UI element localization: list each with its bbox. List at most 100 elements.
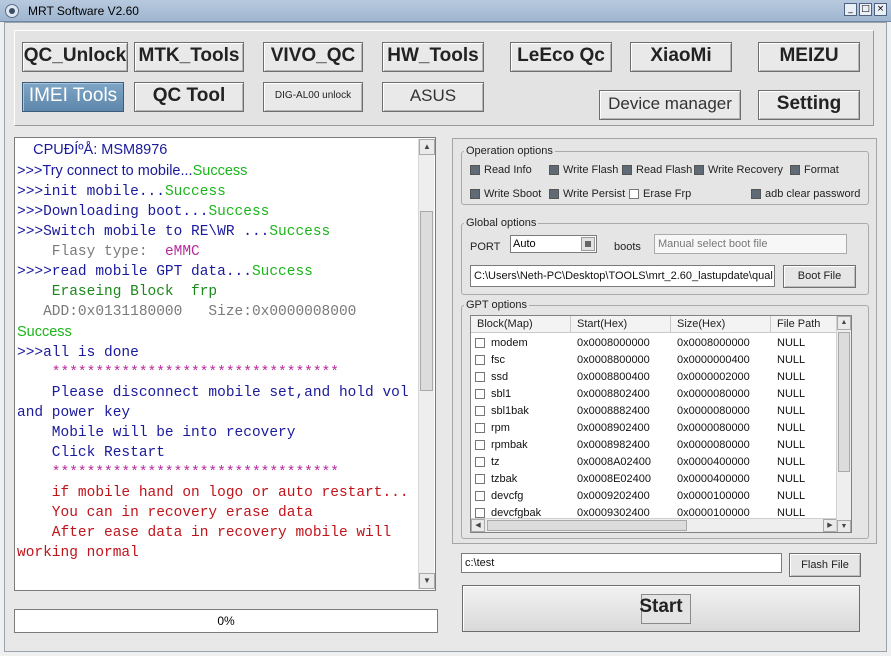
table-row[interactable]: fsc 0x0008800000 0x0000000400 NULL xyxy=(471,351,837,368)
log-text: CPUÐÍºÅ: MSM8976 >>>Try connect to mobil… xyxy=(17,140,420,588)
scroll-left-arrow-icon[interactable]: ◀ xyxy=(471,519,485,532)
meizu-button[interactable]: MEIZU xyxy=(758,42,860,72)
table-row[interactable]: sbl1bak 0x0008882400 0x0000080000 NULL xyxy=(471,402,837,419)
port-select[interactable]: Auto xyxy=(510,235,597,253)
gpt-horizontal-scrollbar[interactable]: ◀ ▶ xyxy=(471,518,837,532)
leeco-qc-button[interactable]: LeEco Qc xyxy=(510,42,612,72)
file-path-cell: NULL xyxy=(777,472,806,485)
table-row[interactable]: sbl1 0x0008802400 0x0000080000 NULL xyxy=(471,385,837,402)
block-name: devcfgbak xyxy=(491,506,542,519)
table-row[interactable]: rpmbak 0x0008982400 0x0000080000 NULL xyxy=(471,436,837,453)
device-manager-button[interactable]: Device manager xyxy=(599,90,741,120)
block-name-cell: fsc xyxy=(471,354,571,366)
log-line: if mobile hand on logo or auto restart..… xyxy=(17,485,409,501)
checkbox-unchecked-icon[interactable] xyxy=(475,473,485,484)
xiaomi-button[interactable]: XiaoMi xyxy=(630,42,732,72)
scroll-down-arrow-icon[interactable]: ▼ xyxy=(419,573,435,589)
column-header-file-path[interactable]: File Path xyxy=(771,316,837,333)
start-cell: 0x0008A02400 xyxy=(577,455,652,468)
log-value: eMMC xyxy=(164,244,200,260)
gpt-options-legend: GPT options xyxy=(466,299,527,311)
start-cell: 0x0008800400 xyxy=(577,370,650,383)
gpt-table[interactable]: Block(Map) Start(Hex) Size(Hex) File Pat… xyxy=(470,315,852,533)
checkbox-checked-icon xyxy=(790,165,800,175)
adb-clear-password-checkbox[interactable]: adb clear password xyxy=(751,188,860,200)
read-flash-checkbox[interactable]: Read Flash xyxy=(622,164,692,176)
log-console[interactable]: CPUÐÍºÅ: MSM8976 >>>Try connect to mobil… xyxy=(14,137,436,591)
hw-tools-button[interactable]: HW_Tools xyxy=(382,42,484,72)
table-row[interactable]: modem 0x0008000000 0x0008000000 NULL xyxy=(471,334,837,351)
checkbox-unchecked-icon[interactable] xyxy=(475,490,485,501)
checkbox-unchecked-icon[interactable] xyxy=(475,337,485,348)
qc-unlock-button[interactable]: QC_Unlock xyxy=(22,42,128,72)
column-header-size[interactable]: Size(Hex) xyxy=(671,316,771,333)
start-cell: 0x0008802400 xyxy=(577,387,650,400)
size-cell: 0x0000400000 xyxy=(677,472,750,485)
checkbox-unchecked-icon[interactable] xyxy=(475,405,485,416)
flash-file-path-input[interactable]: c:\test xyxy=(461,553,782,573)
checkbox-unchecked-icon[interactable] xyxy=(475,354,485,365)
table-row[interactable]: ssd 0x0008800400 0x0000002000 NULL xyxy=(471,368,837,385)
boot-file-input[interactable]: Manual select boot file xyxy=(654,234,847,254)
table-row[interactable]: tzbak 0x0008E02400 0x0000400000 NULL xyxy=(471,470,837,487)
flash-file-button[interactable]: Flash File xyxy=(789,553,861,577)
write-sboot-checkbox[interactable]: Write Sboot xyxy=(470,188,541,200)
checkbox-unchecked-icon[interactable] xyxy=(475,371,485,382)
start-button[interactable]: Start xyxy=(462,585,860,632)
setting-button[interactable]: Setting xyxy=(758,90,860,120)
column-header-start[interactable]: Start(Hex) xyxy=(571,316,671,333)
minimize-button[interactable]: _ xyxy=(844,3,857,16)
checkbox-unchecked-icon[interactable] xyxy=(475,439,485,450)
log-status: Success xyxy=(192,163,248,179)
boot-path-input[interactable]: C:\Users\Neth-PC\Desktop\TOOLS\mrt_2.60_… xyxy=(470,265,775,287)
boot-file-button[interactable]: Boot File xyxy=(783,265,856,288)
table-row[interactable]: tz 0x0008A02400 0x0000400000 NULL xyxy=(471,453,837,470)
table-row[interactable]: rpm 0x0008902400 0x0000080000 NULL xyxy=(471,419,837,436)
checkbox-unchecked-icon[interactable] xyxy=(475,422,485,433)
qc-tool-button[interactable]: QC Tool xyxy=(134,82,244,112)
log-status: Success xyxy=(251,264,313,280)
block-name: tz xyxy=(491,455,500,468)
checkbox-unchecked-icon[interactable] xyxy=(475,456,485,467)
port-label: PORT xyxy=(470,241,501,253)
scroll-thumb[interactable] xyxy=(420,211,433,391)
checkbox-unchecked-icon[interactable] xyxy=(475,507,485,518)
checkbox-unchecked-icon[interactable] xyxy=(475,388,485,399)
table-row[interactable]: devcfg 0x0009202400 0x0000100000 NULL xyxy=(471,487,837,504)
read-info-checkbox[interactable]: Read Info xyxy=(470,164,532,176)
log-line: Click Restart xyxy=(17,445,165,461)
vivo-qc-button[interactable]: VIVO_QC xyxy=(263,42,363,72)
block-name-cell: rpm xyxy=(471,422,571,434)
format-checkbox[interactable]: Format xyxy=(790,164,839,176)
maximize-button[interactable]: □ xyxy=(859,3,872,16)
write-flash-checkbox[interactable]: Write Flash xyxy=(549,164,618,176)
scroll-right-arrow-icon[interactable]: ▶ xyxy=(823,519,837,532)
erase-frp-checkbox[interactable]: Erase Frp xyxy=(629,188,691,200)
file-path-cell: NULL xyxy=(777,353,806,366)
global-options-legend: Global options xyxy=(466,217,537,229)
write-persist-checkbox[interactable]: Write Persist xyxy=(549,188,625,200)
log-line: ********************************* xyxy=(17,465,339,481)
start-cell: 0x0008902400 xyxy=(577,421,650,434)
scroll-thumb[interactable] xyxy=(838,332,850,472)
scroll-up-arrow-icon[interactable]: ▲ xyxy=(419,139,435,155)
write-recovery-checkbox[interactable]: Write Recovery xyxy=(694,164,783,176)
scroll-up-arrow-icon[interactable]: ▲ xyxy=(837,316,851,330)
imei-tools-button[interactable]: IMEI Tools xyxy=(22,82,124,112)
gpt-table-header: Block(Map) Start(Hex) Size(Hex) File Pat… xyxy=(471,316,837,333)
close-button[interactable]: × xyxy=(874,3,887,16)
column-header-block[interactable]: Block(Map) xyxy=(471,316,571,333)
app-icon xyxy=(5,4,19,18)
log-line: ********************************* xyxy=(17,365,339,381)
log-scrollbar[interactable]: ▲ ▼ xyxy=(418,139,435,589)
scroll-thumb[interactable] xyxy=(487,520,687,531)
gpt-vertical-scrollbar[interactable]: ▲ ▼ xyxy=(836,316,851,532)
size-cell: 0x0000002000 xyxy=(677,370,750,383)
scroll-down-arrow-icon[interactable]: ▼ xyxy=(837,520,851,532)
mtk-tools-button[interactable]: MTK_Tools xyxy=(134,42,244,72)
log-line: Please disconnect mobile set,and hold vo… xyxy=(17,385,420,401)
asus-button[interactable]: ASUS xyxy=(382,82,484,112)
dig-al00-unlock-button[interactable]: DIG-AL00 unlock xyxy=(263,82,363,112)
checkbox-unchecked-icon xyxy=(629,189,639,199)
dropdown-arrow-icon[interactable] xyxy=(581,237,595,251)
